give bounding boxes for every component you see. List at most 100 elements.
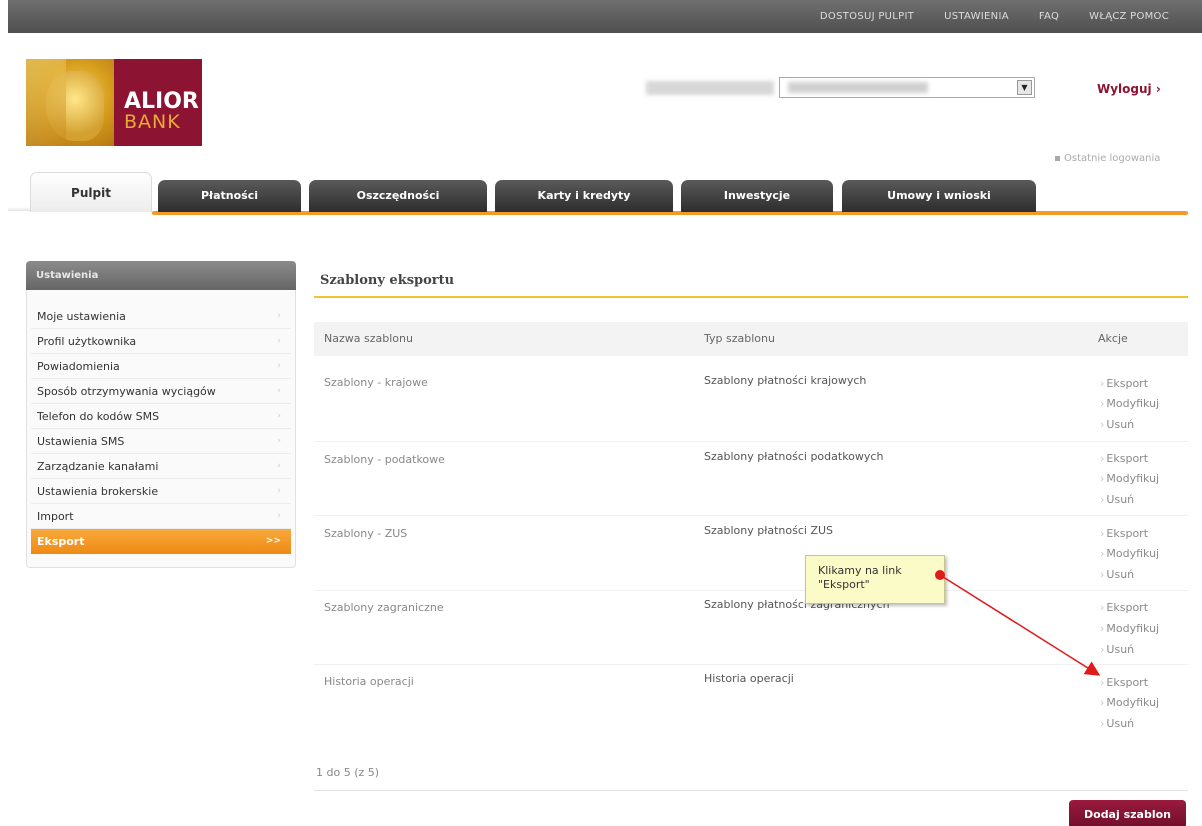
export-link-label: Eksport (1106, 676, 1149, 689)
row-divider (314, 590, 1188, 591)
last-login-link[interactable]: Ostatnie logowania (1055, 153, 1160, 164)
modify-link[interactable]: › Modyfikuj (1100, 622, 1159, 635)
logo-text-bank: BANK (124, 111, 181, 133)
bullet-icon: › (1100, 452, 1105, 465)
modify-link[interactable]: › Modyfikuj (1100, 696, 1159, 709)
modify-link[interactable]: › Modyfikuj (1100, 397, 1159, 410)
sidebar-item-label: Telefon do kodów SMS (37, 410, 160, 423)
chevron-right-icon: › (277, 361, 281, 371)
sidebar-item-import[interactable]: Import › (31, 504, 291, 529)
export-link-label: Eksport (1106, 601, 1149, 614)
export-link[interactable]: › Eksport (1100, 601, 1148, 614)
bullet-icon: › (1100, 622, 1105, 635)
delete-link[interactable]: › Usuń (1100, 493, 1134, 506)
delete-link[interactable]: › Usuń (1100, 717, 1134, 730)
last-login-label: Ostatnie logowania (1064, 153, 1161, 164)
account-select[interactable]: ▼ (779, 77, 1035, 98)
row-divider (314, 441, 1188, 442)
row-divider (314, 515, 1188, 516)
sidebar-item-moje-ustawienia[interactable]: Moje ustawienia › (31, 304, 291, 329)
top-link-settings[interactable]: USTAWIENIA (929, 11, 1024, 22)
top-link-faq[interactable]: FAQ (1024, 11, 1074, 22)
sidebar-item-wyciagi[interactable]: Sposób otrzymywania wyciągów › (31, 379, 291, 404)
tab-umowy-wnioski[interactable]: Umowy i wnioski (842, 180, 1036, 212)
column-header-type: Typ szablonu (704, 332, 775, 345)
export-link[interactable]: › Eksport (1100, 676, 1148, 689)
modify-link[interactable]: › Modyfikuj (1100, 547, 1159, 560)
sidebar-item-label: Zarządzanie kanałami (37, 460, 159, 473)
sidebar-item-telefon-sms[interactable]: Telefon do kodów SMS › (31, 404, 291, 429)
sidebar-item-label: Sposób otrzymywania wyciągów (37, 385, 216, 398)
delete-link[interactable]: › Usuń (1100, 568, 1134, 581)
modify-link[interactable]: › Modyfikuj (1100, 472, 1159, 485)
chevron-right-icon: › (277, 461, 281, 471)
sidebar-item-profil[interactable]: Profil użytkownika › (31, 329, 291, 354)
sidebar-item-label: Ustawienia SMS (37, 435, 125, 448)
sidebar-item-kanaly[interactable]: Zarządzanie kanałami › (31, 454, 291, 479)
bullet-icon: › (1100, 547, 1105, 560)
delete-link-label: Usuń (1106, 717, 1135, 730)
sidebar-item-label: Powiadomienia (37, 360, 120, 373)
logo-text-alior: ALIOR (124, 89, 199, 114)
tab-oszczednosci[interactable]: Oszczędności (309, 180, 487, 212)
account-name-blurred (788, 82, 928, 93)
top-links: DOSTOSUJ PULPIT USTAWIENIA FAQ WŁĄCZ POM… (805, 0, 1184, 33)
export-link[interactable]: › Eksport (1100, 527, 1148, 540)
column-header-actions: Akcje (1098, 332, 1128, 345)
bullet-icon: › (1100, 472, 1105, 485)
top-bar: DOSTOSUJ PULPIT USTAWIENIA FAQ WŁĄCZ POM… (8, 0, 1202, 33)
chevron-right-icon: › (277, 336, 281, 346)
tab-platnosci[interactable]: Płatności (158, 180, 301, 212)
column-header-name: Nazwa szablonu (324, 332, 413, 345)
sidebar-item-eksport[interactable]: Eksport >> (31, 529, 291, 554)
sidebar-item-label: Import (37, 510, 74, 523)
tab-inwestycje[interactable]: Inwestycje (681, 180, 833, 212)
dropdown-arrow-icon[interactable]: ▼ (1017, 80, 1032, 95)
sidebar-item-powiadomienia[interactable]: Powiadomienia › (31, 354, 291, 379)
top-link-help[interactable]: WŁĄCZ POMOC (1074, 11, 1184, 22)
export-link-label: Eksport (1106, 377, 1149, 390)
pager-divider (314, 790, 1188, 791)
table-row-type: Historia operacji (704, 672, 794, 685)
delete-link[interactable]: › Usuń (1100, 643, 1134, 656)
bullet-icon: › (1100, 717, 1105, 730)
export-link[interactable]: › Eksport (1100, 452, 1148, 465)
delete-link-label: Usuń (1106, 493, 1135, 506)
table-row-type: Szablony płatności krajowych (704, 374, 867, 387)
pagination-info: 1 do 5 (z 5) (316, 766, 380, 779)
chevron-right-icon: › (277, 511, 281, 521)
delete-link-label: Usuń (1106, 418, 1135, 431)
double-chevron-icon: >> (265, 536, 281, 546)
delete-link[interactable]: › Usuń (1100, 418, 1134, 431)
bullet-icon: › (1100, 568, 1105, 581)
callout-line-1: Klikamy na link (818, 564, 902, 577)
add-template-button[interactable]: Dodaj szablon (1069, 800, 1186, 826)
sidebar-title: Ustawienia (26, 261, 296, 290)
user-name-blurred (646, 81, 774, 95)
bullet-icon: › (1100, 397, 1105, 410)
bullet-icon: › (1100, 527, 1105, 540)
modify-link-label: Modyfikuj (1106, 696, 1160, 709)
tab-pulpit[interactable]: Pulpit (30, 172, 152, 212)
export-link[interactable]: › Eksport (1100, 377, 1148, 390)
bullet-icon (1055, 155, 1060, 161)
sidebar-item-brokerskie[interactable]: Ustawienia brokerskie › (31, 479, 291, 504)
table-row-name: Szablony - ZUS (324, 527, 408, 540)
modify-link-label: Modyfikuj (1106, 547, 1160, 560)
top-link-customize[interactable]: DOSTOSUJ PULPIT (805, 11, 929, 22)
page-title: Szablony eksportu (320, 273, 455, 288)
sidebar-item-ustawienia-sms[interactable]: Ustawienia SMS › (31, 429, 291, 454)
logo-face-image (26, 59, 114, 146)
bullet-icon: › (1100, 676, 1105, 689)
chevron-right-icon: › (277, 311, 281, 321)
delete-link-label: Usuń (1106, 643, 1135, 656)
tab-karty-kredyty[interactable]: Karty i kredyty (495, 180, 673, 212)
callout-line-2: "Eksport" (818, 578, 870, 591)
logout-link[interactable]: Wyloguj › (1097, 82, 1161, 96)
bullet-icon: › (1100, 601, 1105, 614)
bank-logo[interactable]: ALIOR BANK (26, 59, 202, 146)
sidebar-item-label: Profil użytkownika (37, 335, 137, 348)
modify-link-label: Modyfikuj (1106, 472, 1160, 485)
table-row-type: Szablony płatności ZUS (704, 524, 834, 537)
table-row-name: Szablony - podatkowe (324, 453, 445, 466)
